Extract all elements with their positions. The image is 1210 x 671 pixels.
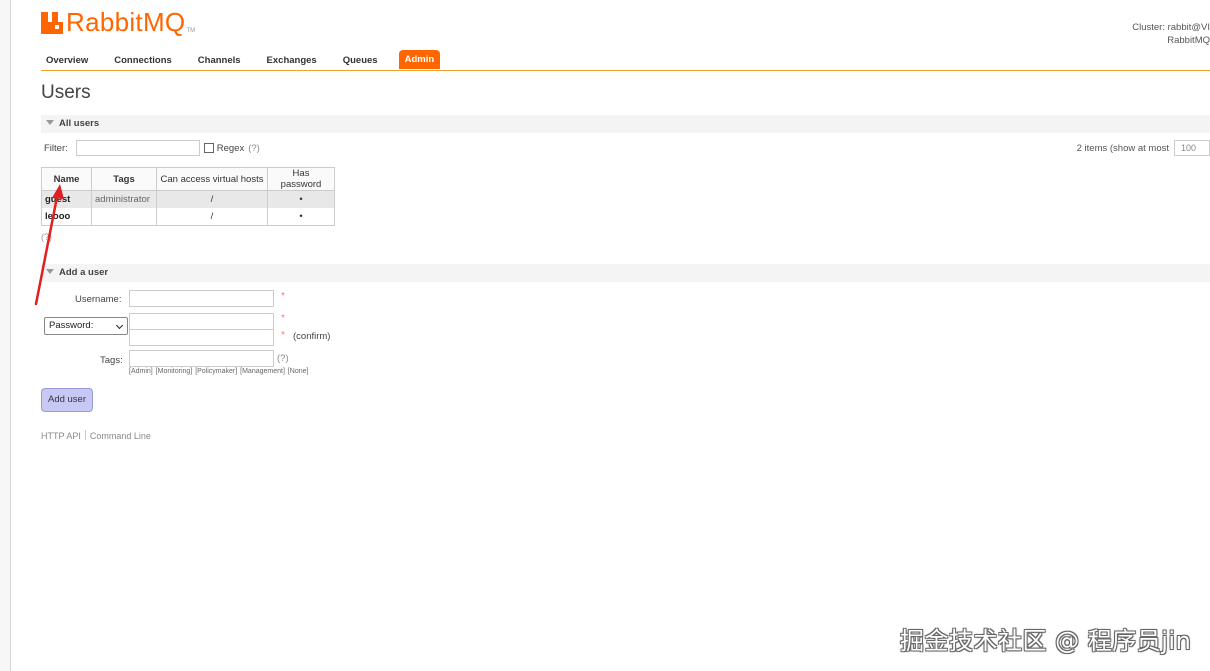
column-header-vhosts[interactable]: Can access virtual hosts <box>156 167 268 191</box>
tab-exchanges[interactable]: Exchanges <box>262 50 322 70</box>
rabbitmq-version: RabbitMQ <box>1167 35 1210 46</box>
tags-label: Tags: <box>100 355 123 366</box>
regex-help-link[interactable]: (?) <box>248 143 260 154</box>
column-header-has-password[interactable]: Has password <box>267 167 335 191</box>
password-input[interactable] <box>129 313 274 330</box>
add-user-button[interactable]: Add user <box>41 388 93 412</box>
tab-channels[interactable]: Channels <box>193 50 246 70</box>
user-vhosts: / <box>156 190 268 208</box>
user-has-password: • <box>267 208 335 226</box>
username-input[interactable] <box>129 290 274 307</box>
items-count-text: 2 items (show at most <box>1076 142 1169 154</box>
tag-shortcut-links[interactable]: [Admin] [Monitoring] [Policymaker] [Mana… <box>129 368 308 375</box>
page-size-input[interactable]: 100 <box>1174 140 1210 156</box>
command-line-link[interactable]: Command Line <box>90 431 151 441</box>
required-mark: * <box>281 313 285 324</box>
required-mark: * <box>281 291 285 302</box>
annotation-arrow <box>34 184 64 306</box>
footer-links: HTTP API Command Line <box>41 430 151 441</box>
chevron-down-icon <box>115 321 124 330</box>
footer-divider <box>84 430 86 440</box>
cluster-info: Cluster: rabbit@VI RabbitMQ <box>1132 21 1210 47</box>
tags-input[interactable] <box>129 350 274 367</box>
watermark-text: 掘金技术社区 @ 程序员jin <box>900 627 1192 655</box>
user-vhosts: / <box>156 208 268 226</box>
required-mark: * <box>281 330 285 341</box>
regex-checkbox[interactable] <box>203 143 214 153</box>
password-confirm-input[interactable] <box>129 329 274 346</box>
cluster-name: Cluster: rabbit@VI <box>1132 22 1210 33</box>
add-user-section-toggle[interactable]: Add a user <box>41 264 1210 282</box>
regex-label: Regex <box>216 142 245 154</box>
user-has-password: • <box>267 190 335 208</box>
main-nav-tabs: Overview Connections Channels Exchanges … <box>41 50 1210 71</box>
tags-help-link[interactable]: (?) <box>277 353 289 364</box>
logo-trademark: TM <box>186 28 196 34</box>
pagination-info: 2 items (show at most 100 <box>1077 140 1210 156</box>
confirm-label: (confirm) <box>293 331 331 342</box>
http-api-link[interactable]: HTTP API <box>41 431 81 441</box>
all-users-section-toggle[interactable]: All users <box>41 115 1210 133</box>
tab-admin[interactable]: Admin <box>398 50 441 69</box>
tab-queues[interactable]: Queues <box>338 50 383 70</box>
password-select-value: Password: <box>49 320 94 331</box>
